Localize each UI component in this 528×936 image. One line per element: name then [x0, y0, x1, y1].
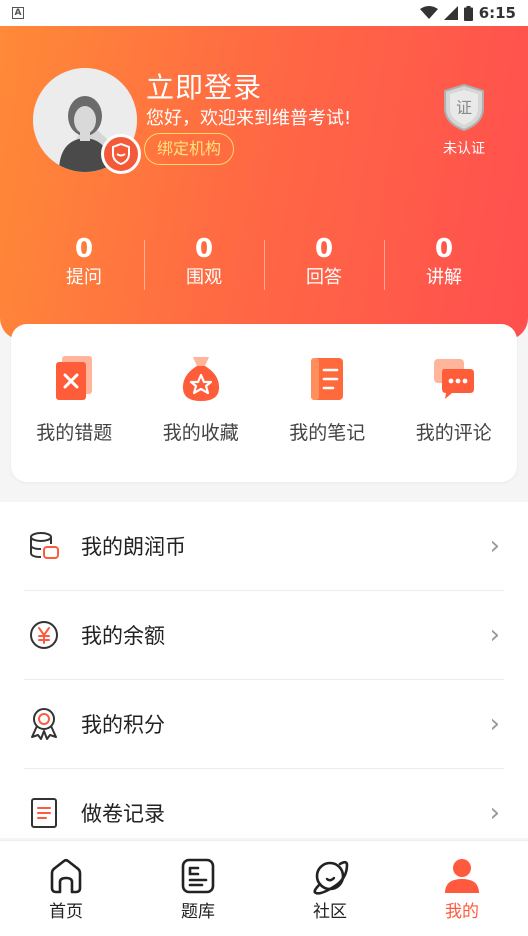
certificate-shield-icon: 证 [444, 83, 484, 132]
tab-profile[interactable]: 我的 [396, 841, 528, 936]
favorites-bag-icon [178, 354, 224, 404]
quick-action-label: 我的错题 [36, 422, 113, 444]
home-icon [47, 857, 85, 895]
clock: 6:15 [478, 4, 516, 22]
status-bar: A 6:15 [0, 0, 528, 26]
menu-item-points[interactable]: 我的积分 › [24, 680, 504, 769]
quick-action-favorites[interactable]: 我的收藏 [138, 324, 265, 482]
bind-institution-button[interactable]: 绑定机构 [144, 133, 235, 165]
quick-action-comments[interactable]: 我的评论 [391, 324, 518, 482]
notification-icon: A [12, 7, 24, 19]
chevron-right-icon: › [489, 709, 500, 739]
profile-header: 立即登录 您好，欢迎来到维普考试! 绑定机构 证 未认证 0 提问 0 围观 0… [0, 26, 528, 340]
chevron-right-icon: › [489, 798, 500, 828]
yuan-icon [24, 615, 64, 655]
medal-icon [24, 704, 64, 744]
bottom-tab-bar: 首页 题库 社区 我的 [0, 840, 528, 936]
quick-action-label: 我的收藏 [162, 422, 239, 444]
tab-question-bank[interactable]: 题库 [132, 841, 264, 936]
certification-status[interactable]: 证 未认证 [432, 82, 496, 158]
status-icons: 6:15 [419, 4, 516, 22]
stat-label: 围观 [186, 267, 222, 288]
stat-label: 提问 [66, 267, 102, 288]
chevron-right-icon: › [489, 531, 500, 561]
tab-home[interactable]: 首页 [0, 841, 132, 936]
community-planet-icon [311, 857, 349, 895]
account-menu: 我的朗润币 › 我的余额 › 我的积分 › 做卷记录 › [0, 502, 528, 858]
menu-item-balance[interactable]: 我的余额 › [24, 591, 504, 680]
menu-item-label: 我的朗润币 [81, 535, 186, 559]
stat-value: 0 [74, 234, 94, 264]
profile-icon [443, 857, 481, 895]
welcome-message: 您好，欢迎来到维普考试! [146, 108, 352, 129]
login-title[interactable]: 立即登录 [146, 66, 262, 106]
menu-item-coins[interactable]: 我的朗润币 › [24, 502, 504, 591]
exam-record-icon [24, 793, 64, 833]
battery-icon [463, 5, 473, 21]
menu-item-label: 我的积分 [81, 713, 165, 737]
stat-explanations[interactable]: 0 讲解 [384, 234, 504, 298]
stat-watching[interactable]: 0 围观 [144, 234, 264, 298]
stat-value: 0 [434, 234, 454, 264]
tab-label: 社区 [313, 902, 347, 922]
question-bank-icon [179, 857, 217, 895]
stat-answers[interactable]: 0 回答 [264, 234, 384, 298]
quick-actions-card: 我的错题 我的收藏 我的笔记 我的评论 [11, 324, 517, 482]
tab-label: 题库 [181, 902, 215, 922]
stat-value: 0 [314, 234, 334, 264]
coins-icon [24, 526, 64, 566]
stat-questions[interactable]: 0 提问 [24, 234, 144, 298]
comments-icon [431, 354, 477, 404]
tab-label: 我的 [445, 902, 479, 922]
shield-icon [112, 143, 130, 165]
stat-value: 0 [194, 234, 214, 264]
menu-item-label: 做卷记录 [81, 802, 165, 826]
stat-label: 回答 [306, 267, 342, 288]
quick-action-notes[interactable]: 我的笔记 [264, 324, 391, 482]
chevron-right-icon: › [489, 620, 500, 650]
menu-item-label: 我的余额 [81, 624, 165, 648]
wifi-icon [419, 6, 438, 19]
notes-icon [304, 354, 350, 404]
quick-action-label: 我的评论 [415, 422, 492, 444]
wrong-questions-icon [51, 354, 97, 404]
security-shield-badge [101, 134, 141, 174]
tab-community[interactable]: 社区 [264, 841, 396, 936]
activity-stats: 0 提问 0 围观 0 回答 0 讲解 [24, 234, 504, 298]
stat-label: 讲解 [426, 267, 462, 288]
tab-label: 首页 [49, 902, 83, 922]
quick-action-wrong-questions[interactable]: 我的错题 [11, 324, 138, 482]
certification-label: 未认证 [443, 141, 485, 157]
signal-icon [443, 6, 458, 20]
quick-action-label: 我的笔记 [289, 422, 366, 444]
certificate-glyph: 证 [456, 98, 472, 117]
